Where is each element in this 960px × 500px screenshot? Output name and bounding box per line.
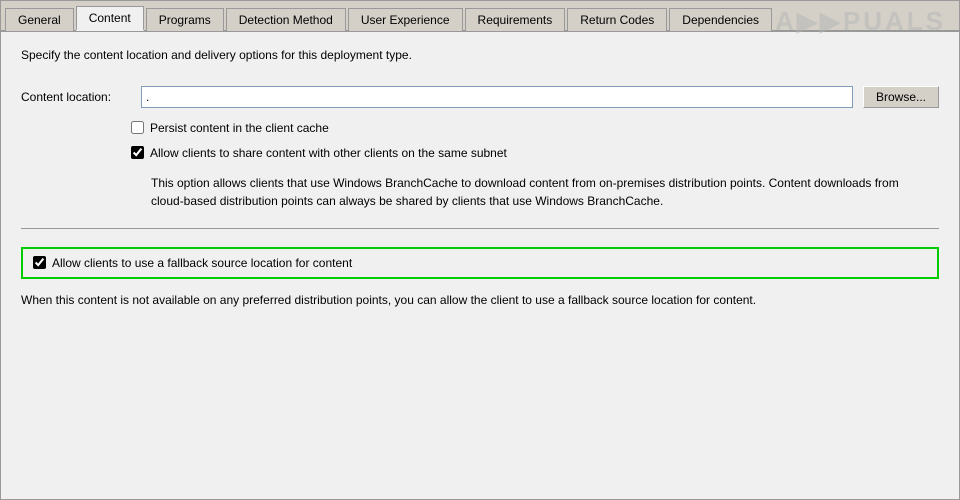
description-text: Specify the content location and deliver… <box>21 48 939 62</box>
content-location-label: Content location: <box>21 90 131 104</box>
persist-cache-checkbox[interactable] <box>131 121 144 134</box>
tab-general[interactable]: General <box>5 8 74 31</box>
separator <box>21 228 939 229</box>
watermark: A▶▶PUALS <box>775 32 946 37</box>
allow-share-row: Allow clients to share content with othe… <box>131 145 939 162</box>
checkbox-section: Persist content in the client cache Allo… <box>21 120 939 162</box>
tab-return-codes[interactable]: Return Codes <box>567 8 667 31</box>
persist-cache-label: Persist content in the client cache <box>150 120 329 137</box>
tab-user-experience[interactable]: User Experience <box>348 8 463 31</box>
allow-fallback-label: Allow clients to use a fallback source l… <box>52 255 352 272</box>
footer-text: When this content is not available on an… <box>21 291 939 309</box>
content-area: A▶▶PUALS Specify the content location an… <box>1 32 959 499</box>
allow-share-label: Allow clients to share content with othe… <box>150 145 507 162</box>
tab-bar: General Content Programs Detection Metho… <box>1 1 959 32</box>
tab-programs[interactable]: Programs <box>146 8 224 31</box>
persist-cache-row: Persist content in the client cache <box>131 120 939 137</box>
tab-detection-method[interactable]: Detection Method <box>226 8 346 31</box>
allow-share-checkbox[interactable] <box>131 146 144 159</box>
browse-button[interactable]: Browse... <box>863 86 939 108</box>
allow-fallback-checkbox[interactable] <box>33 256 46 269</box>
info-block: This option allows clients that use Wind… <box>21 174 939 210</box>
tab-dependencies[interactable]: Dependencies <box>669 8 772 31</box>
content-location-input[interactable] <box>141 86 853 108</box>
content-location-row: Content location: Browse... <box>21 86 939 108</box>
fallback-section: Allow clients to use a fallback source l… <box>21 247 939 280</box>
tab-requirements[interactable]: Requirements <box>465 8 566 31</box>
tab-content[interactable]: Content <box>76 6 144 31</box>
